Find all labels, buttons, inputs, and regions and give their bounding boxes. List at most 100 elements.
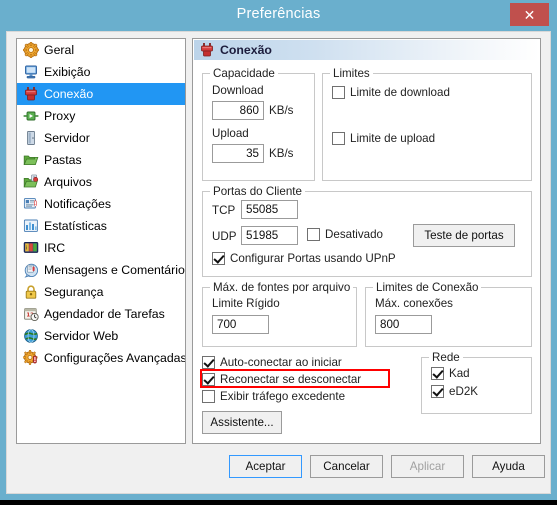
connection-settings-panel: Conexão Capacidade Download 860 KB/s Upl… (192, 38, 541, 444)
max-connections-label: Máx. conexões (375, 297, 453, 310)
globe-icon (23, 328, 39, 344)
checkbox-box (212, 252, 225, 265)
folder-icon (23, 152, 39, 168)
udp-port-input[interactable]: 51985 (241, 226, 298, 245)
download-limit-checkbox[interactable]: Limite de download (332, 86, 450, 99)
advanced-gear-icon (23, 350, 39, 366)
sidebar-item-exibicao[interactable]: Exibição (17, 61, 185, 83)
upload-speed-input[interactable]: 35 (212, 144, 264, 163)
autoconnect-label: Auto-conectar ao iniciar (220, 356, 342, 369)
sidebar-item-agendador-de-tarefas[interactable]: 12 Agendador de Tarefas (17, 303, 185, 325)
checkbox-box (431, 385, 444, 398)
upload-limit-label: Limite de upload (350, 132, 436, 145)
limits-legend: Limites (330, 67, 373, 80)
sidebar-item-estatisticas[interactable]: Estatísticas (17, 215, 185, 237)
upload-unit-label: KB/s (269, 147, 294, 160)
checkbox-box (332, 132, 345, 145)
download-speed-input[interactable]: 860 (212, 101, 264, 120)
close-icon: ✕ (523, 6, 536, 23)
upload-label: Upload (212, 127, 249, 140)
dialog-client-area: Geral Exibição Conexão Proxy Servidor Pastas A… (6, 31, 551, 494)
sidebar-item-label: Servidor (44, 131, 90, 145)
connection-limits-legend: Limites de Conexão (373, 281, 482, 294)
tcp-port-input[interactable]: 55085 (241, 200, 298, 219)
files-icon (23, 174, 39, 190)
proxy-icon (23, 108, 39, 124)
checkbox-box (202, 356, 215, 369)
checkbox-box (431, 367, 444, 380)
client-ports-group: Portas do Cliente TCP 55085 UDP 51985 De… (202, 185, 532, 277)
client-ports-legend: Portas do Cliente (210, 185, 305, 198)
sidebar-item-label: IRC (44, 241, 66, 255)
udp-disabled-label: Desativado (325, 228, 384, 241)
gear-icon (23, 42, 39, 58)
apply-button[interactable]: Aplicar (391, 455, 464, 478)
sidebar-item-label: Arquivos (44, 175, 92, 189)
reconnect-label: Reconectar se desconectar (220, 373, 362, 386)
sidebar-item-arquivos[interactable]: Arquivos (17, 171, 185, 193)
capacity-group: Capacidade Download 860 KB/s Upload 35 K… (202, 67, 315, 181)
sidebar-item-geral[interactable]: Geral (17, 39, 185, 61)
panel-header: Conexão (194, 40, 539, 60)
autoconnect-checkbox[interactable]: Auto-conectar ao iniciar (202, 356, 342, 369)
sidebar-item-mensagens-e-comentarios[interactable]: Mensagens e Comentários (17, 259, 185, 281)
dialog-footer: Aceptar Cancelar Aplicar Ayuda (7, 450, 552, 494)
message-icon (23, 262, 39, 278)
udp-label: UDP (212, 230, 237, 243)
sidebar-item-pastas[interactable]: Pastas (17, 149, 185, 171)
checkbox-box (202, 373, 215, 386)
udp-disabled-checkbox[interactable]: Desativado (307, 228, 383, 241)
plug-icon (23, 86, 39, 102)
sidebar-item-label: Geral (44, 43, 75, 57)
close-button[interactable]: ✕ (510, 3, 549, 26)
max-sources-group: Máx. de fontes por arquivo Limite Rígido… (202, 281, 357, 347)
lock-icon (23, 284, 39, 300)
download-unit-label: KB/s (269, 104, 294, 117)
cancel-button[interactable]: Cancelar (310, 455, 383, 478)
settings-category-list[interactable]: Geral Exibição Conexão Proxy Servidor Pastas A… (16, 38, 186, 444)
network-legend: Rede (429, 351, 463, 364)
sidebar-item-label: Servidor Web (44, 329, 119, 343)
tcp-label: TCP (212, 204, 236, 217)
sidebar-item-irc[interactable]: i IRC (17, 237, 185, 259)
sidebar-item-seguranca[interactable]: Segurança (17, 281, 185, 303)
sidebar-item-label: Estatísticas (44, 219, 107, 233)
show-overhead-checkbox[interactable]: Exibir tráfego excedente (202, 390, 345, 403)
notification-icon (23, 196, 39, 212)
sidebar-item-label: Configurações Avançadas (44, 351, 186, 365)
port-test-button[interactable]: Teste de portas (413, 224, 515, 247)
window-title: Preferências (236, 6, 321, 22)
hard-limit-input[interactable]: 700 (212, 315, 269, 334)
kad-label: Kad (449, 367, 470, 380)
sidebar-item-conexao[interactable]: Conexão (17, 83, 185, 105)
download-limit-label: Limite de download (350, 86, 450, 99)
panel-title: Conexão (220, 43, 272, 57)
show-overhead-label: Exibir tráfego excedente (220, 390, 346, 403)
network-group: Rede Kad eD2K (421, 351, 532, 414)
sidebar-item-proxy[interactable]: Proxy (17, 105, 185, 127)
server-icon (23, 130, 39, 146)
sidebar-item-label: Proxy (44, 109, 76, 123)
monitor-icon (23, 64, 39, 80)
sidebar-item-label: Pastas (44, 153, 82, 167)
preferences-window: Preferências ✕ Geral Exibição Conexão Proxy… (0, 0, 557, 500)
sidebar-item-configuracoes-avancadas[interactable]: Configurações Avançadas (17, 347, 185, 369)
help-button[interactable]: Ayuda (472, 455, 545, 478)
kad-checkbox[interactable]: Kad (431, 367, 470, 380)
ed2k-checkbox[interactable]: eD2K (431, 385, 478, 398)
ed2k-label: eD2K (449, 385, 479, 398)
reconnect-checkbox[interactable]: Reconectar se desconectar (202, 373, 361, 386)
accept-button[interactable]: Aceptar (229, 455, 302, 478)
sidebar-item-servidor[interactable]: Servidor (17, 127, 185, 149)
wizard-button[interactable]: Assistente... (202, 411, 282, 434)
upnp-checkbox[interactable]: Configurar Portas usando UPnP (212, 252, 396, 265)
max-connections-input[interactable]: 800 (375, 315, 432, 334)
statistics-icon (23, 218, 39, 234)
sidebar-item-notificacoes[interactable]: Notificações (17, 193, 185, 215)
sidebar-item-servidor-web[interactable]: Servidor Web (17, 325, 185, 347)
sidebar-item-label: Segurança (44, 285, 104, 299)
sidebar-item-label: Mensagens e Comentários (44, 263, 186, 277)
upload-limit-checkbox[interactable]: Limite de upload (332, 132, 435, 145)
plug-icon (199, 42, 215, 58)
capacity-legend: Capacidade (210, 67, 278, 80)
